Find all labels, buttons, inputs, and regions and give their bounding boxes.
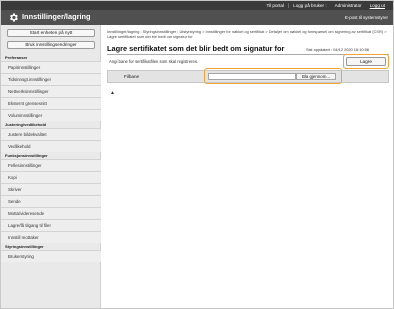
nav-item-printer[interactable]: Skriver <box>1 183 101 195</box>
instruction-text: Angi bane for sertifikatfilen som skal r… <box>109 59 199 64</box>
nav-section-management: Styringsinnstillinger <box>5 244 44 249</box>
top-bar: Til portal | Logg på bruker : Administra… <box>1 1 393 10</box>
nav-section-preferences: Preferanser <box>5 55 28 60</box>
last-updated: Sist oppdatert : 04/12 2020 16:10:58 <box>306 47 369 52</box>
mail-admin-link[interactable]: E-post til systemstyrer <box>345 15 388 20</box>
main-content: Innstillinger/lagring : Styringsinnstill… <box>107 25 391 308</box>
breadcrumb: Innstillinger/lagring : Styringsinnstill… <box>107 29 387 39</box>
nav-item-maintenance[interactable]: Vedlikehold <box>1 140 101 152</box>
nav-item-common[interactable]: Fellesinnstillinger <box>1 159 101 171</box>
nav-item-volume[interactable]: Voluminnstillinger <box>1 109 101 121</box>
nav-item-timer[interactable]: Tidsinnsgt.innstillinger <box>1 73 101 85</box>
nav-section-adjustment: Justering/vedlikehold <box>5 122 47 127</box>
apply-settings-button[interactable]: Bruk innstillingsendringer <box>7 41 95 49</box>
settings-nav: Preferanser Papirinnstillinger Tidsinnsg… <box>1 54 101 262</box>
nav-item-send[interactable]: Sende <box>1 195 101 207</box>
nav-item-network[interactable]: Nettverksinnstillinger <box>1 85 101 97</box>
nav-item-destination[interactable]: Innstill mottaker <box>1 231 101 243</box>
nav-item-image-quality[interactable]: Justere bildekvalitet <box>1 128 101 140</box>
sidebar: Start enheten på nytt Bruk innstillingse… <box>1 25 101 308</box>
app-title: Innstillinger/lagring <box>22 12 91 21</box>
file-input-highlight <box>204 68 342 84</box>
gear-icon <box>10 13 18 22</box>
nav-item-external-interface[interactable]: Eksternt grensesnitt <box>1 97 101 109</box>
back-to-top-icon[interactable]: ▲ <box>110 90 115 96</box>
login-user-label: Logg på bruker : <box>293 3 327 8</box>
file-path-label: Filbane <box>124 74 140 79</box>
portal-link[interactable]: Til portal <box>262 3 287 8</box>
nav-item-paper[interactable]: Papirinnstillinger <box>1 61 101 73</box>
page-title: Lagre sertifikatet som det blir bedt om … <box>107 44 285 53</box>
nav-item-store-access-files[interactable]: Lagre/få tilgang til filer <box>1 219 101 231</box>
nav-item-receive-forward[interactable]: Motta/videresende <box>1 207 101 219</box>
browser-frame: Til portal | Logg på bruker : Administra… <box>0 0 394 309</box>
restart-device-button[interactable]: Start enheten på nytt <box>7 29 95 37</box>
nav-item-user-management[interactable]: Brukerstyring <box>1 250 101 262</box>
save-button-highlight <box>343 54 389 69</box>
nav-item-copy[interactable]: Kopi <box>1 171 101 183</box>
logout-link[interactable]: Logg ut <box>366 3 389 8</box>
user-name: Administrator <box>334 3 362 8</box>
app-title-bar: Innstillinger/lagring E-post til systems… <box>1 10 393 25</box>
nav-section-function: Funksjonsinnstillinger <box>5 153 48 158</box>
